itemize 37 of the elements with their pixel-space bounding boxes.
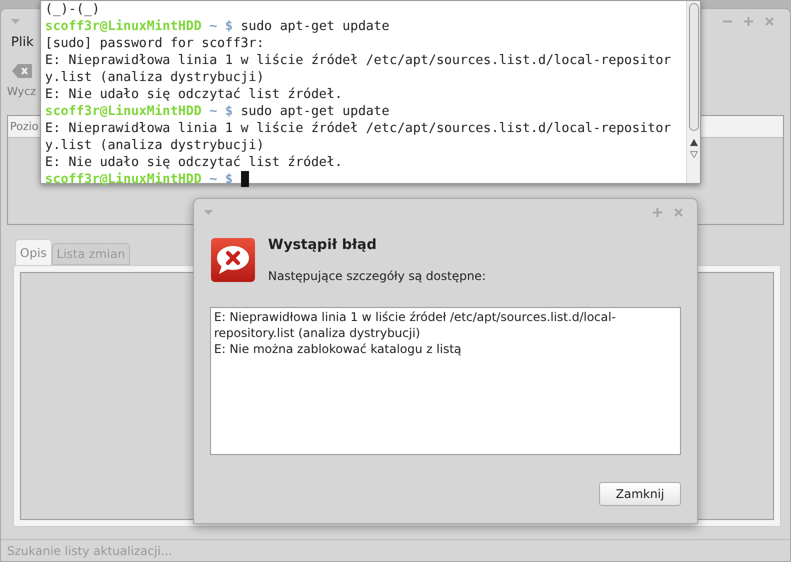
- status-text: Szukanie listy aktualizacji...: [7, 542, 172, 560]
- prompt-user: scoff3r@LinuxMintHDD: [45, 103, 202, 120]
- terminal-command: sudo apt-get update: [240, 103, 390, 120]
- close-icon[interactable]: [674, 208, 683, 216]
- toolbar-button[interactable]: Wycz: [5, 53, 38, 111]
- dialog-message: Następujące szczegóły są dostępne:: [268, 268, 486, 285]
- terminal-output: [sudo] password for scoff3r:: [45, 36, 264, 51]
- terminal-command: sudo apt-get update: [240, 18, 390, 35]
- details-line: E: Nieprawidłowa linia 1 w liście źródeł /etc/apt/sources.list.d/local-: [214, 309, 617, 325]
- window-menu-icon[interactable]: [204, 210, 213, 214]
- error-icon: [210, 237, 256, 283]
- terminal-output: y.list (analiza dystrybucji): [45, 70, 264, 85]
- maximize-icon[interactable]: [744, 16, 753, 26]
- menu-item[interactable]: Plik: [11, 33, 34, 53]
- scroll-down-icon[interactable]: [690, 151, 698, 158]
- window-menu-icon[interactable]: [11, 18, 20, 24]
- prompt-path: ~ $: [209, 18, 233, 35]
- prompt-user: scoff3r@LinuxMintHDD: [45, 18, 202, 35]
- column-header[interactable]: Pozio: [8, 116, 41, 137]
- details-line: repository.list (analiza dystrybucji): [214, 325, 422, 341]
- dialog-title: Wystąpił błąd: [268, 236, 378, 255]
- prompt-path: ~ $: [209, 103, 233, 120]
- scrollbar[interactable]: [686, 1, 700, 183]
- prompt-user: scoff3r@LinuxMintHDD: [45, 171, 202, 188]
- terminal-output: E: Nie udało się odczytać list źródeł.: [45, 87, 342, 102]
- close-icon[interactable]: [765, 16, 774, 26]
- terminal-output: (_)-(_): [45, 2, 100, 17]
- terminal-output: y.list (analiza dystrybucji): [45, 138, 264, 153]
- close-button[interactable]: Zamknij: [599, 482, 681, 506]
- x-tag-icon: [12, 64, 32, 78]
- terminal-output: E: Nie udało się odczytać list źródeł.: [45, 155, 342, 170]
- scrollbar-thumb[interactable]: [688, 3, 698, 131]
- maximize-icon[interactable]: [653, 208, 662, 216]
- terminal-output: E: Nieprawidłowa linia 1 w liście źródeł /etc/apt/sources.list.d/local-repositor: [45, 121, 672, 136]
- details-line: E: Nie można zablokować katalogu z listą: [214, 341, 462, 357]
- terminal-output: E: Nieprawidłowa linia 1 w liście źródeł /etc/apt/sources.list.d/local-repositor: [45, 53, 672, 68]
- tab[interactable]: Opis: [15, 239, 52, 265]
